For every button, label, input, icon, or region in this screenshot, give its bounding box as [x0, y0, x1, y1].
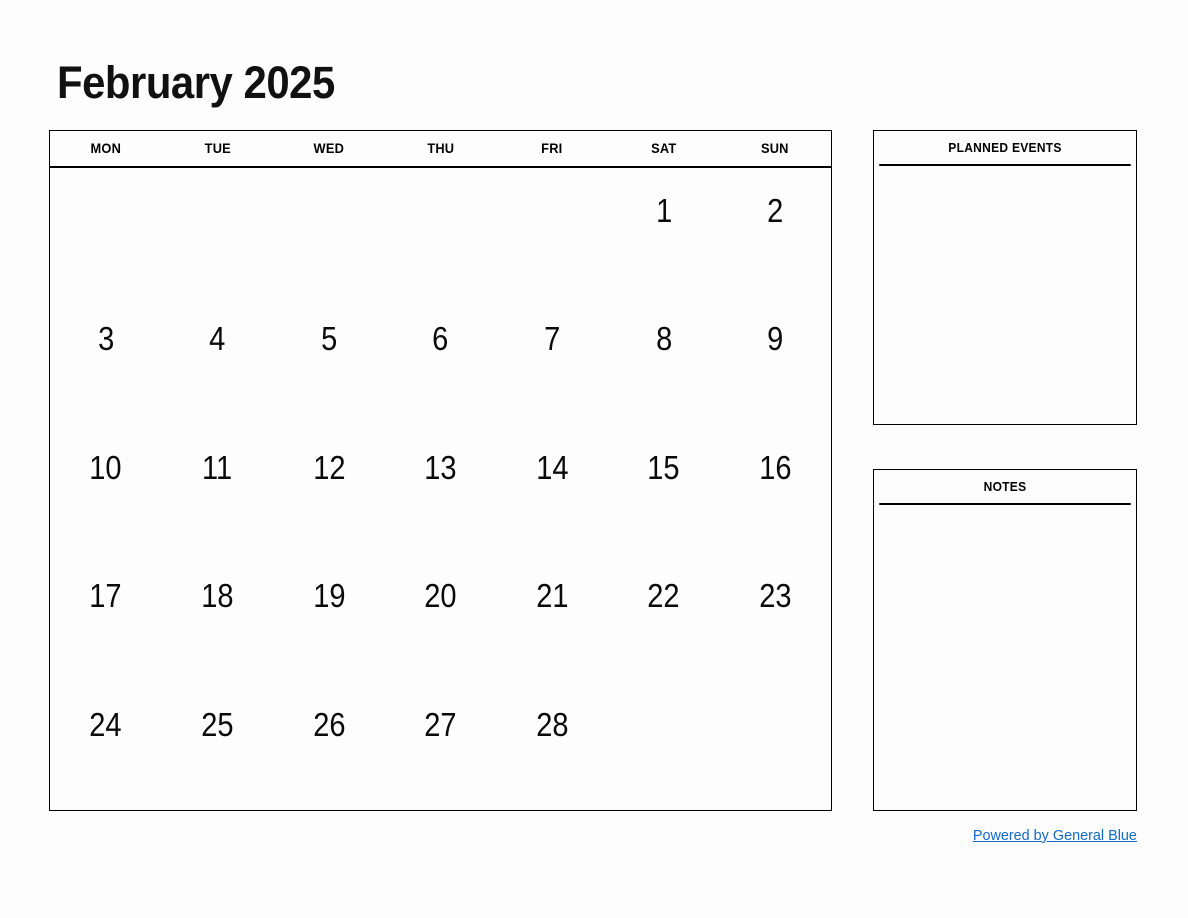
- day-cell[interactable]: 25: [162, 682, 274, 810]
- day-number: 5: [320, 320, 338, 358]
- day-cell[interactable]: 14: [496, 425, 608, 553]
- day-cell[interactable]: 8: [608, 296, 720, 424]
- day-number: 21: [535, 577, 569, 615]
- day-cell[interactable]: 21: [496, 553, 608, 681]
- weekday-header-thu: THU: [427, 141, 454, 156]
- day-number: 8: [655, 320, 672, 358]
- day-cell[interactable]: 20: [385, 553, 497, 681]
- day-number: 6: [432, 320, 449, 358]
- day-cell[interactable]: 16: [719, 425, 831, 553]
- day-cell[interactable]: 27: [385, 682, 497, 810]
- day-cell[interactable]: 13: [385, 425, 497, 553]
- day-number: 17: [89, 577, 122, 615]
- day-number: 3: [97, 320, 114, 358]
- day-cell[interactable]: [719, 682, 831, 810]
- day-number: 10: [89, 448, 122, 486]
- day-cell[interactable]: 12: [273, 425, 385, 553]
- calendar-week-row: 3 4 5 6 7 8 9: [50, 296, 831, 424]
- day-cell[interactable]: 7: [496, 296, 608, 424]
- powered-by-link[interactable]: Powered by General Blue: [973, 826, 1137, 846]
- day-cell[interactable]: [496, 168, 608, 296]
- day-cell[interactable]: 11: [162, 425, 274, 553]
- day-cell[interactable]: [162, 168, 274, 296]
- day-cell[interactable]: 2: [719, 168, 831, 296]
- day-number: 23: [759, 577, 792, 615]
- day-number: 13: [424, 448, 457, 486]
- day-number: 19: [312, 577, 346, 615]
- day-number: 22: [647, 577, 680, 615]
- day-cell[interactable]: 5: [273, 296, 385, 424]
- day-cell[interactable]: 6: [385, 296, 497, 424]
- day-number: 11: [202, 448, 233, 486]
- weekday-header-sun: SUN: [761, 141, 790, 156]
- day-cell[interactable]: 18: [162, 553, 274, 681]
- calendar-weeks: 1 2 3 4 5 6 7 8 9 10 11 12 13 14 15 16 1…: [50, 168, 831, 810]
- day-cell[interactable]: [50, 168, 162, 296]
- notes-body[interactable]: [874, 505, 1136, 810]
- day-number: 12: [312, 448, 346, 486]
- day-number: 18: [201, 577, 234, 615]
- weekday-header-row: MON TUE WED THU FRI SAT SUN: [50, 131, 831, 168]
- day-number: 28: [535, 705, 569, 743]
- calendar-week-row: 17 18 19 20 21 22 23: [50, 553, 831, 681]
- page-title: February 2025: [57, 57, 335, 108]
- day-cell[interactable]: 23: [719, 553, 831, 681]
- weekday-header-fri: FRI: [541, 141, 563, 156]
- planned-events-header: PLANNED EVENTS: [879, 131, 1131, 166]
- day-cell[interactable]: [385, 168, 497, 296]
- day-number: 9: [767, 320, 784, 358]
- day-number: 27: [424, 705, 457, 743]
- day-number: 4: [209, 320, 226, 358]
- calendar-week-row: 1 2: [50, 168, 831, 296]
- notes-header: NOTES: [879, 470, 1131, 505]
- day-number: 1: [655, 192, 672, 229]
- day-cell[interactable]: 17: [50, 553, 162, 681]
- day-cell[interactable]: 9: [719, 296, 831, 424]
- day-cell[interactable]: 28: [496, 682, 608, 810]
- day-number: 26: [312, 705, 346, 743]
- day-cell[interactable]: 24: [50, 682, 162, 810]
- day-number: 20: [424, 577, 457, 615]
- day-number: 16: [759, 448, 792, 486]
- day-number: 7: [544, 320, 561, 358]
- day-cell[interactable]: 22: [608, 553, 720, 681]
- day-cell[interactable]: [608, 682, 720, 810]
- planned-events-panel: PLANNED EVENTS: [873, 130, 1137, 425]
- calendar-page: February 2025 MON TUE WED THU FRI SAT SU…: [0, 0, 1188, 918]
- footer: Powered by General Blue: [873, 826, 1137, 846]
- day-number: 25: [201, 705, 234, 743]
- day-cell[interactable]: 19: [273, 553, 385, 681]
- planned-events-body[interactable]: [874, 166, 1136, 424]
- day-cell[interactable]: 26: [273, 682, 385, 810]
- notes-panel: NOTES: [873, 469, 1137, 811]
- day-number: 24: [89, 705, 122, 743]
- calendar-grid: MON TUE WED THU FRI SAT SUN 1 2 3 4 5 6 …: [49, 130, 832, 811]
- day-cell[interactable]: 10: [50, 425, 162, 553]
- calendar-week-row: 24 25 26 27 28: [50, 682, 831, 810]
- day-number: 15: [647, 448, 680, 486]
- day-cell[interactable]: 1: [608, 168, 720, 296]
- weekday-header-tue: TUE: [204, 141, 231, 156]
- day-cell[interactable]: 15: [608, 425, 720, 553]
- day-cell[interactable]: [273, 168, 385, 296]
- day-cell[interactable]: 4: [162, 296, 274, 424]
- weekday-header-sat: SAT: [651, 141, 677, 156]
- weekday-header-wed: WED: [313, 141, 345, 156]
- calendar-week-row: 10 11 12 13 14 15 16: [50, 425, 831, 553]
- day-cell[interactable]: 3: [50, 296, 162, 424]
- weekday-header-mon: MON: [90, 141, 122, 156]
- day-number: 2: [767, 192, 784, 229]
- day-number: 14: [535, 448, 569, 486]
